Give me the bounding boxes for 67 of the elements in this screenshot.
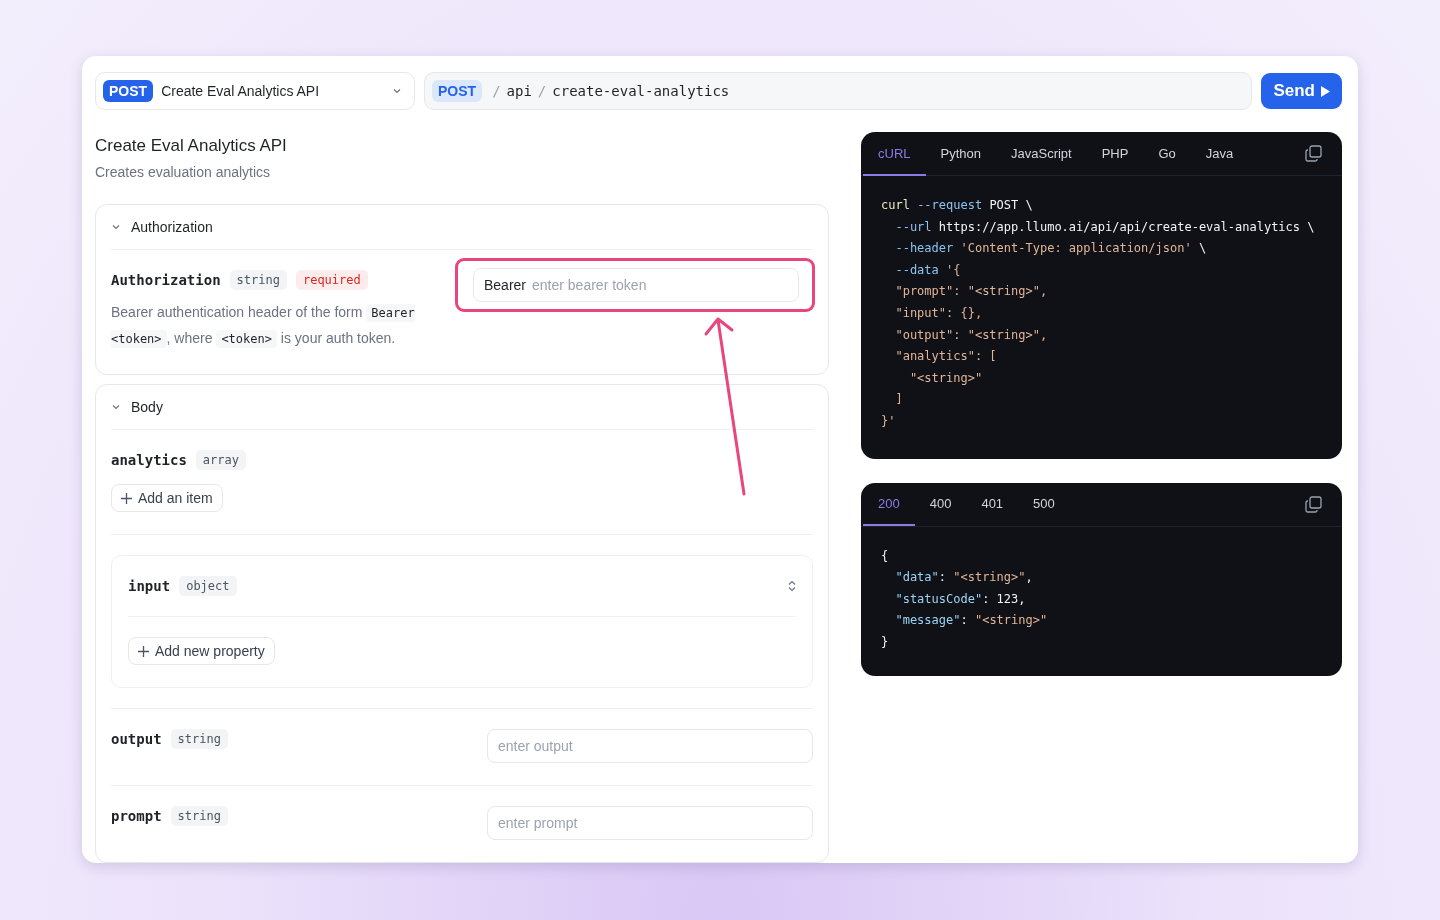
section-heading[interactable]: Body [131,399,163,415]
param-name: prompt [111,808,162,824]
plus-icon [121,492,132,504]
code-tab[interactable]: cURL [863,132,926,176]
type-tag: array [195,450,246,470]
token-input[interactable]: enter bearer token [532,277,788,293]
code-line: curl --request POST \ [881,197,1034,214]
code-line: } [881,633,890,651]
add-property-button[interactable]: Add new property [128,637,275,665]
code-tab[interactable]: Python [925,132,996,176]
method-badge: POST [103,80,154,102]
code-tab[interactable]: 401 [966,483,1019,527]
code-line: }' [881,412,897,430]
type-tag: string [170,806,228,826]
input-field[interactable]: enter prompt [487,806,813,840]
method-badge: POST [432,80,483,102]
path-separator: / [492,83,501,99]
code-tab[interactable]: 500 [1018,483,1070,527]
expand-toggle-icon[interactable] [788,580,796,592]
code-line: "output": "<string>", [894,326,1049,344]
type-tag: string [229,270,287,290]
input-field[interactable]: Bearer enter bearer token [473,268,799,302]
play-icon [1321,85,1330,97]
code-line: "<string>" [908,369,984,387]
code-line: "message": "<string>" [894,612,1049,630]
param-name: Authorization [111,272,221,288]
chevron-icon[interactable] [111,402,121,412]
code-line: --header 'Content-Type: application/json' \ [894,240,1208,258]
input-field[interactable]: enter output [487,729,813,763]
code-tab[interactable]: Java [1190,132,1249,176]
code-line: --url https://app.llumo.ai/api/api/create-eval-analytics \ [894,218,1316,236]
code-tab[interactable]: 200 [863,483,915,527]
code-line: "input": {}, [894,304,984,322]
code-tab[interactable]: Go [1143,132,1191,176]
type-tag: string [170,729,228,749]
code-line: "prompt": "<string>", [894,283,1049,301]
plus-icon [138,645,149,657]
code-line: "analytics": [ [894,348,998,366]
code-tab[interactable]: PHP [1086,132,1144,176]
param-description: Bearer authentication header of the form Bearer <token> , where <token> is your auth token. [111,303,416,350]
type-tag: object [179,576,237,596]
param-name: output [111,731,162,747]
page-subtitle: Creates evaluation analytics [95,164,272,180]
page-title: Create Eval Analytics API [95,136,288,156]
endpoint-select[interactable]: POST Create Eval Analytics API [95,72,415,110]
code-line: "statusCode": 123, [894,590,1027,608]
chevron-icon[interactable] [392,86,402,96]
endpoint-name: Create Eval Analytics API [161,83,321,99]
chevron-icon[interactable] [111,222,121,232]
param-name: input [128,578,171,594]
field-prefix: Bearer [484,277,527,293]
section-heading[interactable]: Authorization [131,219,213,235]
copy-icon[interactable] [1305,145,1322,162]
path-text: create-eval-analytics [552,83,730,99]
code-tab[interactable]: 400 [914,483,967,527]
copy-icon[interactable] [1305,495,1322,513]
code-line: --data '{ [894,261,962,279]
code-line: { [881,547,890,565]
code-line: "data": "<string>", [894,569,1034,587]
code-line: ] [894,391,904,409]
param-name: analytics [111,452,187,468]
add-item-button[interactable]: Add an item [111,484,223,512]
path-separator: / [537,83,547,99]
path-text: api [506,83,532,99]
required-tag: required [295,270,368,290]
send-button[interactable]: Send [1261,73,1342,109]
code-tab[interactable]: JavaScript [996,132,1087,176]
